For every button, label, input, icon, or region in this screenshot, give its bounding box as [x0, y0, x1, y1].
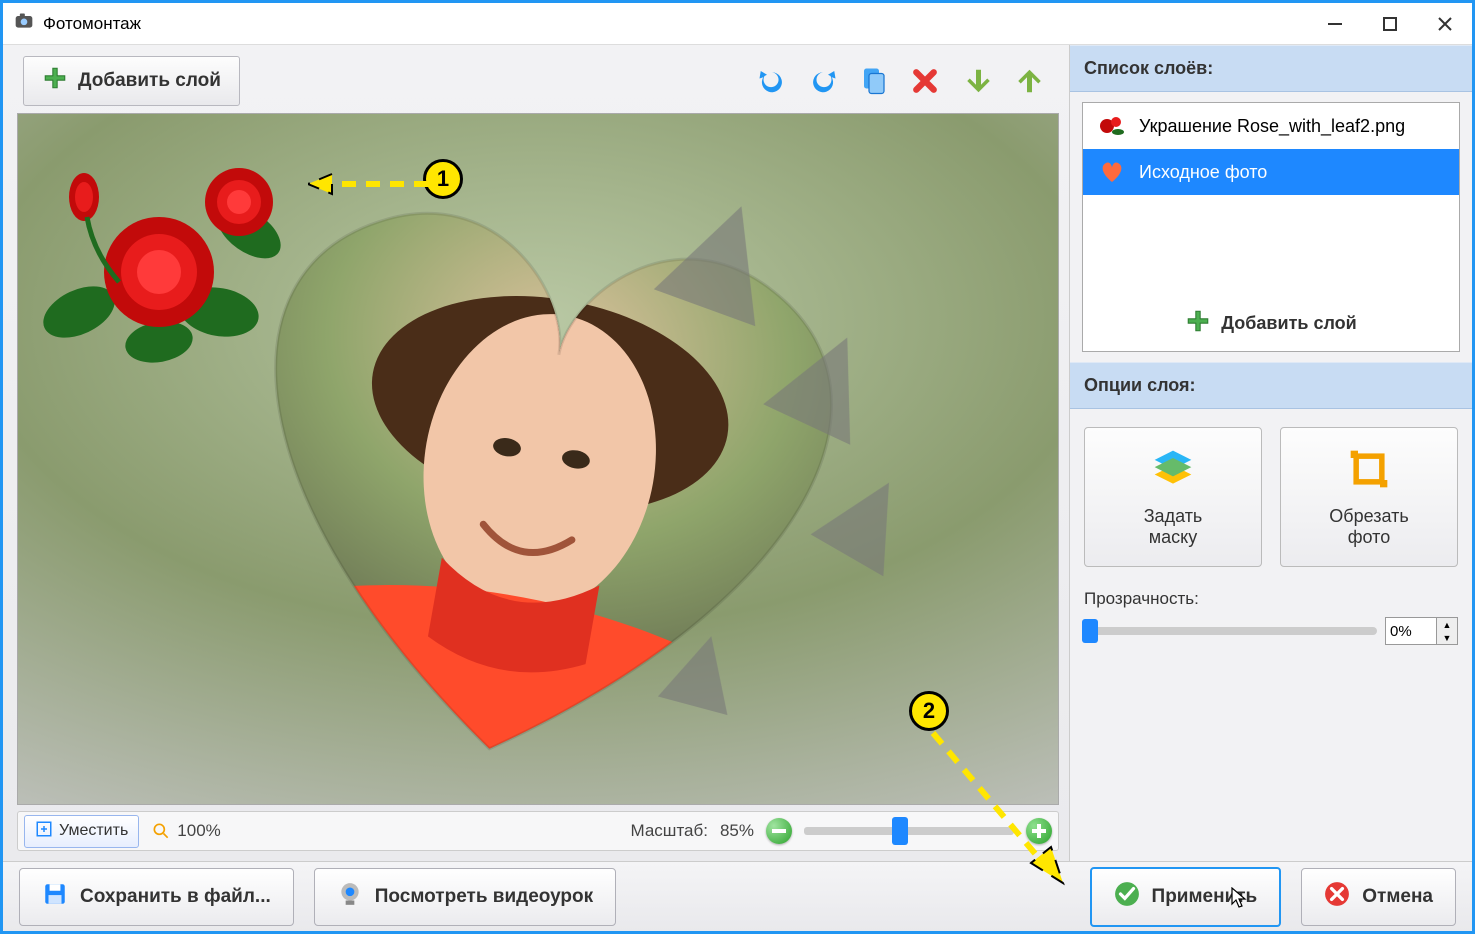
- set-mask-label: Задать маску: [1144, 506, 1203, 548]
- annotation-arrow-1: [308, 170, 438, 200]
- plus-icon: [1185, 308, 1211, 339]
- add-layer-button[interactable]: Добавить слой: [23, 56, 240, 106]
- floppy-icon: [42, 881, 68, 913]
- undo-icon[interactable]: [755, 65, 788, 98]
- cursor-icon: [1231, 887, 1249, 915]
- layers-list[interactable]: Украшение Rose_with_leaf2.png Исходное ф…: [1082, 102, 1460, 352]
- cancel-icon: [1324, 881, 1350, 913]
- canvas[interactable]: 1: [17, 113, 1059, 805]
- plus-icon: [42, 65, 68, 97]
- fit-label: Уместить: [59, 822, 128, 840]
- top-toolbar: Добавить слой: [17, 55, 1059, 107]
- options-header: Опции слоя:: [1070, 362, 1472, 409]
- save-to-file-label: Сохранить в файл...: [80, 886, 271, 908]
- content-area: Добавить слой: [3, 45, 1472, 861]
- layers-stack-icon: [1151, 447, 1195, 496]
- crop-icon: [1347, 447, 1391, 496]
- crop-photo-button[interactable]: Обрезать фото: [1280, 427, 1458, 567]
- save-to-file-button[interactable]: Сохранить в файл...: [19, 868, 294, 926]
- annotation-step-2-label: 2: [923, 698, 935, 724]
- watch-tutorial-button[interactable]: Посмотреть видеоурок: [314, 868, 616, 926]
- watch-tutorial-label: Посмотреть видеоурок: [375, 886, 593, 908]
- layer-row-selected[interactable]: Исходное фото: [1083, 149, 1459, 195]
- layer-label: Украшение Rose_with_leaf2.png: [1139, 116, 1405, 137]
- toolbar-icon-group: [755, 65, 1053, 98]
- layer-row[interactable]: Украшение Rose_with_leaf2.png: [1083, 103, 1459, 149]
- fit-button[interactable]: Уместить: [24, 815, 139, 848]
- zoom-out-button[interactable]: [766, 818, 792, 844]
- left-pane: Добавить слой: [3, 45, 1070, 861]
- window-controls: [1307, 3, 1472, 45]
- spin-down-icon[interactable]: ▼: [1437, 631, 1457, 644]
- check-icon: [1114, 881, 1140, 913]
- add-layer-label: Добавить слой: [78, 70, 221, 92]
- scale-value: 85%: [720, 821, 754, 841]
- copy-icon[interactable]: [857, 65, 890, 98]
- app-window: Фотомонтаж Добавить слой: [0, 0, 1475, 934]
- layer-up-icon[interactable]: [1010, 65, 1043, 98]
- layers-header: Список слоёв:: [1070, 45, 1472, 92]
- bottom-bar: Сохранить в файл... Посмотреть видеоурок…: [3, 861, 1472, 931]
- apply-button[interactable]: Применить: [1090, 867, 1282, 927]
- opacity-spinbox[interactable]: ▲ ▼: [1385, 617, 1458, 645]
- magnifier-icon[interactable]: 100%: [151, 821, 220, 841]
- right-pane: Список слоёв: Украшение Rose_with_leaf2.…: [1070, 45, 1472, 861]
- add-layer-inside-button[interactable]: Добавить слой: [1083, 296, 1459, 351]
- redo-icon[interactable]: [806, 65, 839, 98]
- app-icon: [13, 11, 35, 36]
- close-button[interactable]: [1417, 3, 1472, 45]
- fit-icon: [35, 820, 53, 843]
- spin-up-icon[interactable]: ▲: [1437, 618, 1457, 631]
- layer-options: Задать маску Обрезать фото Прозрачность:: [1070, 409, 1472, 663]
- layer-thumbnail: [1097, 159, 1127, 185]
- webcam-icon: [337, 881, 363, 913]
- layer-down-icon[interactable]: [959, 65, 992, 98]
- layer-label: Исходное фото: [1139, 162, 1267, 183]
- scale-label: Масштаб:: [631, 821, 708, 841]
- zoom-100-label: 100%: [177, 821, 220, 841]
- maximize-button[interactable]: [1362, 3, 1417, 45]
- rose-overlay[interactable]: [39, 142, 299, 372]
- layer-thumbnail: [1097, 113, 1127, 139]
- delete-icon[interactable]: [908, 65, 941, 98]
- window-title: Фотомонтаж: [43, 14, 141, 34]
- annotation-step-1-label: 1: [437, 166, 449, 192]
- opacity-label: Прозрачность:: [1084, 589, 1458, 609]
- cancel-button[interactable]: Отмена: [1301, 868, 1456, 926]
- opacity-slider[interactable]: [1084, 627, 1377, 635]
- crop-photo-label: Обрезать фото: [1329, 506, 1408, 548]
- minimize-button[interactable]: [1307, 3, 1362, 45]
- cancel-label: Отмена: [1362, 886, 1433, 908]
- annotation-arrow-2: [923, 723, 1083, 893]
- title-bar: Фотомонтаж: [3, 3, 1472, 45]
- set-mask-button[interactable]: Задать маску: [1084, 427, 1262, 567]
- add-layer-inside-label: Добавить слой: [1221, 313, 1356, 334]
- opacity-input[interactable]: [1386, 623, 1436, 640]
- zoom-bar: Уместить 100% Масштаб: 85%: [17, 811, 1059, 851]
